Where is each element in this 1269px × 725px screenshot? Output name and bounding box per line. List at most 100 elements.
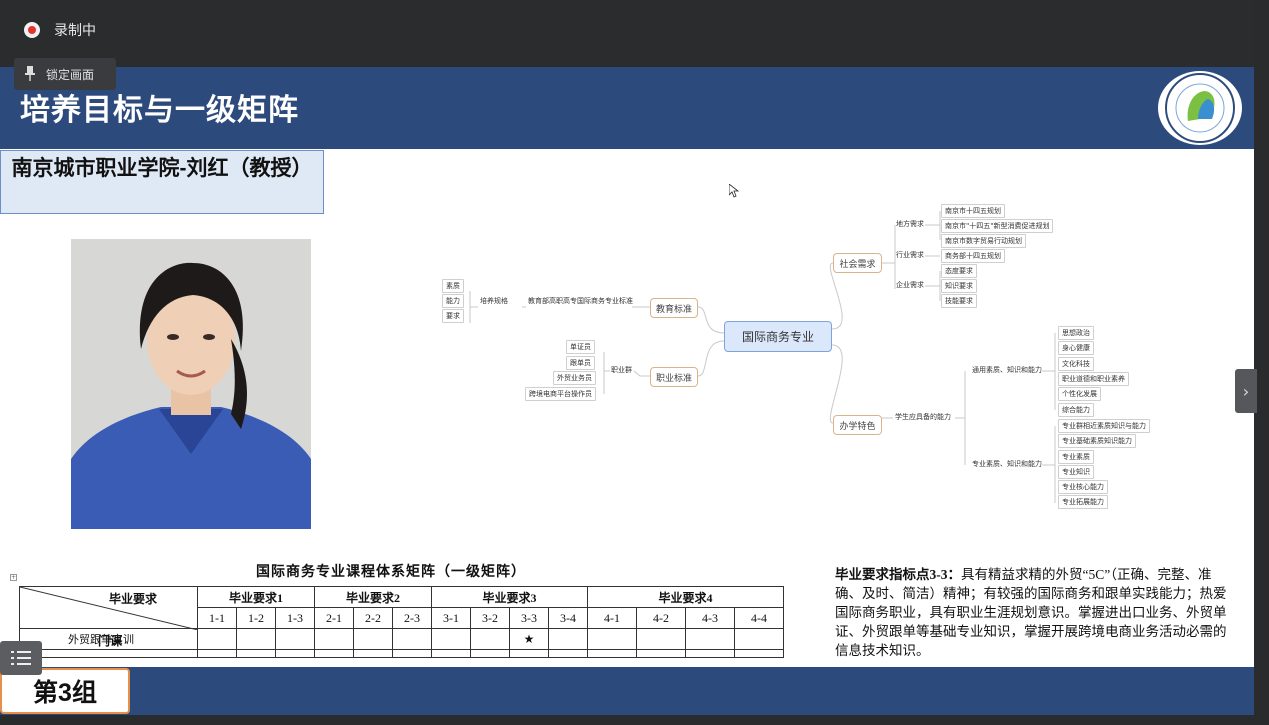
mindmap-leaf: 知识要求 [941,279,977,293]
matrix-empty-cell [470,649,510,658]
mindmap-leaf: 跨境电商平台操作员 [525,387,596,401]
mindmap-edu-std: 教育标准 [650,298,698,318]
matrix-subcol-header: 3-3 [509,607,549,629]
mindmap-leaf: 南京市数字贸易行动规划 [941,234,1026,248]
matrix-empty-cell [197,649,237,658]
mindmap-leaf: 专业核心能力 [1058,480,1108,494]
mindmap-company: 企业需求 [896,281,924,289]
matrix-mark-cell [548,628,588,650]
matrix-mark-cell [734,628,784,650]
mindmap-leaf: 素质 [442,279,464,293]
indicator-text: 毕业要求指标点3-3：具有精益求精的外贸“5C”（正确、完整、准确、及时、简洁）… [835,565,1235,660]
matrix-empty-cell [734,649,784,658]
matrix-empty-cell [587,649,637,658]
screen: 录制中 锁定画面 培养目标与一级矩阵 南京城市职业学院-刘红（教授） 国际商务专… [0,0,1269,725]
mindmap-leaf: 专业基础素质知识能力 [1058,434,1136,448]
mindmap-leaf: 南京市"十四五"新型消费促进规划 [941,219,1054,233]
matrix-mark-cell: ★ [509,628,549,650]
matrix-mark-cell [353,628,393,650]
mindmap-leaf: 个性化发展 [1058,387,1101,401]
mindmap-leaf: 能力 [442,294,464,308]
mindmap-leaf: 专业群相近素质知识与能力 [1058,419,1150,433]
list-button[interactable] [0,641,42,675]
lock-screen-label: 锁定画面 [46,67,95,82]
mindmap-leaf: 专业拓展能力 [1058,495,1108,509]
mindmap-leaf: 专业知识 [1058,465,1094,479]
matrix-mark-cell [197,628,237,650]
mindmap-school-sub: 学生应具备的能力 [895,413,951,421]
mindmap-school: 办学特色 [833,415,882,435]
matrix-subcol-header: 1-1 [197,607,237,629]
mindmap-leaf: 南京市十四五规划 [941,204,1005,218]
recording-status[interactable]: 录制中 [24,20,96,40]
mindmap-edu-sub: 培养规格 [480,297,508,305]
mindmap-general: 通用素质、知识和能力 [972,366,1042,374]
matrix-subcol-header: 3-4 [548,607,588,629]
matrix-empty-cell [392,649,432,658]
mindmap-leaf: 职业道德和职业素养 [1058,372,1129,386]
matrix-empty-cell [636,649,686,658]
mindmap-social: 社会需求 [833,253,882,273]
mindmap-industry: 行业需求 [896,251,924,259]
matrix-empty-cell [548,649,588,658]
mindmap-leaf: 要求 [442,309,464,323]
mindmap-leaf: 技能要求 [941,294,977,308]
bottom-gutter [0,715,1269,725]
chevron-right-icon: › [1242,381,1250,401]
matrix-subcol-header: 4-2 [636,607,686,629]
mindmap-leaf: 思想政治 [1058,326,1094,340]
mindmap-center: 国际商务专业 [724,321,832,352]
mindmap-job-std: 职业标准 [650,367,698,387]
matrix-corner: 毕业要求 门课 [19,586,198,648]
matrix-mark-cell [685,628,735,650]
matrix-mark-cell [314,628,354,650]
matrix-subcol-header: 1-3 [275,607,315,629]
matrix-subcol-header: 1-2 [236,607,276,629]
matrix-subcol-header: 4-4 [734,607,784,629]
matrix-subcol-header: 3-2 [470,607,510,629]
matrix-subcol-header: 2-3 [392,607,432,629]
matrix-mark-cell [587,628,637,650]
mindmap-job-sub: 职业群 [611,366,632,374]
mindmap-leaf: 态度要求 [941,264,977,278]
cursor-icon [729,184,739,198]
matrix-mark-cell [636,628,686,650]
indicator-label: 毕业要求指标点3-3： [835,567,961,582]
matrix-corner-bottom: 门课 [98,634,123,648]
matrix-group-header: 毕业要求1 [197,586,315,608]
mindmap-leaf: 综合能力 [1058,403,1094,417]
pin-icon [25,66,35,81]
expand-panel-button[interactable]: › [1235,369,1257,413]
record-icon [24,22,40,38]
lock-screen-button[interactable]: 锁定画面 [14,58,116,90]
matrix-table: 毕业要求 门课 毕业要求1 毕业要求2 毕业要求3 毕业要求4 1-1 1-2 1-… [19,586,784,658]
matrix-title: 国际商务专业课程体系矩阵（一级矩阵） [256,565,526,580]
mindmap-leaf: 跟单员 [566,356,595,370]
slide-footer [0,667,1254,715]
presentation-slide: 培养目标与一级矩阵 南京城市职业学院-刘红（教授） 国际商务专业 教育标准 教育… [0,67,1254,715]
matrix-empty-cell [685,649,735,658]
mindmap-local: 地方需求 [896,220,924,228]
matrix-empty-cell [236,649,276,658]
matrix-group-header: 毕业要求2 [314,586,432,608]
matrix-subcol-header: 4-1 [587,607,637,629]
matrix-mark-cell [236,628,276,650]
mindmap-leaf: 商务部十四五规划 [941,249,1005,263]
matrix-corner-top: 毕业要求 [108,592,157,606]
matrix-empty-cell [275,649,315,658]
matrix-mark-cell [275,628,315,650]
matrix-subcol-header: 3-1 [431,607,471,629]
matrix-subcol-header: 4-3 [685,607,735,629]
mindmap-leaf: 文化科技 [1058,357,1094,371]
matrix-group-header: 毕业要求4 [587,586,784,608]
matrix-empty-cell [509,649,549,658]
table-handle-icon[interactable]: + [10,574,17,581]
matrix-subcol-header: 2-2 [353,607,393,629]
matrix-mark-cell [431,628,471,650]
matrix-subcol-header: 2-1 [314,607,354,629]
matrix-mark-cell [392,628,432,650]
matrix-empty-cell [314,649,354,658]
mindmap-leaf: 外贸业务员 [553,371,596,385]
mindmap-leaf: 单证员 [566,340,595,354]
matrix-empty-cell [431,649,471,658]
